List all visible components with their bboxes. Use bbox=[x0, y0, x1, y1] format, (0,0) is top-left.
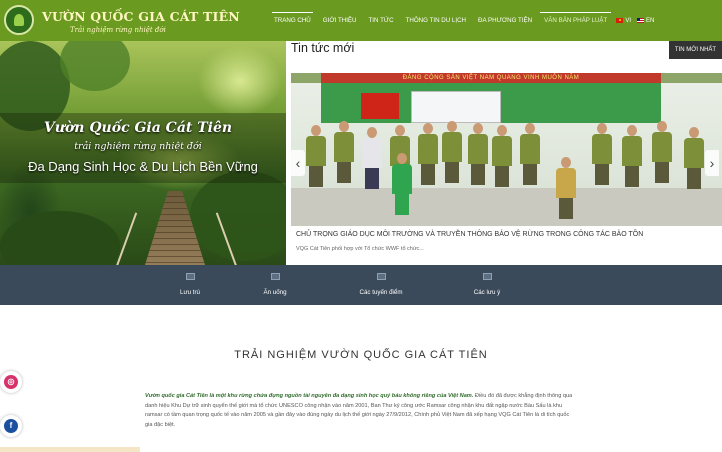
nav-legal-docs[interactable]: VĂN BẢN PHÁP LUẬT bbox=[538, 0, 613, 41]
uk-flag-icon bbox=[636, 18, 644, 23]
lang-en-label: EN bbox=[645, 17, 655, 24]
routes-icon bbox=[376, 273, 386, 280]
news-header: Tin tức mới TIN MỚI NHẤT bbox=[291, 41, 722, 59]
intro-lead: Vườn quốc gia Cát Tiên là một khu rừng c… bbox=[145, 393, 474, 399]
latest-news-button[interactable]: TIN MỚI NHẤT bbox=[669, 41, 722, 59]
photo-person bbox=[361, 127, 383, 189]
page: VƯỜN QUỐC GIA CÁT TIÊN Trải nghiệm rừng … bbox=[0, 0, 722, 452]
instagram-button[interactable]: ◎ bbox=[0, 371, 22, 393]
facebook-button[interactable]: f bbox=[0, 415, 22, 437]
hero-title: Vườn Quốc Gia Cát Tiên bbox=[43, 120, 233, 136]
logo-subtitle: Trải nghiệm rừng nhiệt đới bbox=[70, 26, 166, 34]
lang-en-link[interactable]: EN bbox=[634, 18, 657, 24]
nav-travel-info[interactable]: THÔNG TIN DU LỊCH bbox=[400, 0, 472, 41]
logo-emblem-icon bbox=[4, 5, 34, 35]
photo-person bbox=[621, 125, 643, 187]
news-excerpt: VQG Cát Tiên phối hợp với Tổ chức WWF tổ… bbox=[296, 246, 424, 252]
logo-title: VƯỜN QUỐC GIA CÁT TIÊN bbox=[42, 9, 240, 24]
party-flag-icon bbox=[361, 93, 399, 119]
service-bar: Lưu trú Ăn uống Các tuyến điểm Các lưu ý bbox=[0, 265, 722, 305]
lang-vi-link[interactable]: VI bbox=[613, 18, 634, 24]
lang-vi-label: VI bbox=[625, 17, 631, 24]
nav-news[interactable]: TIN TỨC bbox=[363, 0, 400, 41]
service-notes[interactable]: Các lưu ý bbox=[447, 273, 527, 301]
photo-person bbox=[555, 157, 577, 219]
photo-floor bbox=[291, 188, 722, 226]
photo-person bbox=[305, 125, 327, 187]
dining-icon bbox=[270, 273, 280, 280]
service-label: Các tuyến điểm bbox=[359, 289, 403, 296]
projection-screen bbox=[411, 91, 501, 123]
service-lodging[interactable]: Lưu trú bbox=[150, 273, 230, 301]
photo-person bbox=[467, 123, 489, 185]
facebook-icon: f bbox=[4, 419, 18, 433]
hero-foliage bbox=[0, 211, 120, 265]
photo-person bbox=[519, 123, 541, 185]
service-label: Lưu trú bbox=[180, 289, 200, 296]
hero-banner: Vườn Quốc Gia Cát Tiên trải nghiệm rừng … bbox=[0, 41, 286, 265]
service-routes[interactable]: Các tuyến điểm bbox=[341, 273, 421, 301]
photo-banner: ĐẢNG CỘNG SẢN VIỆT NAM QUANG VINH MUÔN N… bbox=[321, 73, 661, 83]
hero-tagline: Đa Dạng Sinh Học & Du Lịch Bền Vững bbox=[28, 159, 258, 174]
service-label: Các lưu ý bbox=[473, 289, 501, 296]
news-slide-image[interactable]: ĐẢNG CỘNG SẢN VIỆT NAM QUANG VINH MUÔN N… bbox=[291, 73, 722, 226]
intro-paragraph: Vườn quốc gia Cát Tiên là một khu rừng c… bbox=[145, 392, 575, 430]
vietnam-flag-icon bbox=[616, 18, 624, 23]
photo-person bbox=[491, 125, 513, 187]
photo-person bbox=[591, 123, 613, 185]
nav-multimedia[interactable]: ĐA PHƯƠNG TIỆN bbox=[472, 0, 538, 41]
photo-person bbox=[651, 121, 673, 183]
hero-foliage bbox=[60, 41, 130, 91]
photo-person bbox=[683, 127, 705, 189]
slider-prev-icon[interactable]: ‹ bbox=[291, 150, 305, 176]
service-label: Ăn uống bbox=[263, 289, 287, 296]
bottom-strip bbox=[0, 447, 140, 452]
news-section-title: Tin tức mới bbox=[291, 41, 355, 55]
photo-person bbox=[441, 121, 463, 183]
photo-person bbox=[391, 153, 413, 215]
hero-subtitle: trải nghiệm rừng nhiệt đới bbox=[74, 141, 202, 152]
main-nav: TRANG CHỦ GIỚI THIỆU TIN TỨC THÔNG TIN D… bbox=[268, 0, 657, 41]
site-header: VƯỜN QUỐC GIA CÁT TIÊN Trải nghiệm rừng … bbox=[0, 0, 722, 41]
intro-heading: TRẢI NGHIỆM VƯỜN QUỐC GIA CÁT TIÊN bbox=[234, 349, 488, 361]
slider-next-icon[interactable]: › bbox=[705, 150, 719, 176]
service-dining[interactable]: Ăn uống bbox=[235, 273, 315, 301]
photo-person bbox=[333, 121, 355, 183]
news-headline-link[interactable]: CHỦ TRỌNG GIÁO DỤC MÔI TRƯỜNG VÀ TRUYỀN … bbox=[296, 231, 716, 238]
lodging-icon bbox=[185, 273, 195, 280]
notes-icon bbox=[482, 273, 492, 280]
hero-foliage bbox=[190, 171, 286, 261]
nav-home[interactable]: TRANG CHỦ bbox=[268, 0, 317, 41]
photo-person bbox=[417, 123, 439, 185]
instagram-icon: ◎ bbox=[4, 375, 18, 389]
nav-about[interactable]: GIỚI THIỆU bbox=[317, 0, 363, 41]
site-logo[interactable]: VƯỜN QUỐC GIA CÁT TIÊN Trải nghiệm rừng … bbox=[2, 3, 240, 39]
